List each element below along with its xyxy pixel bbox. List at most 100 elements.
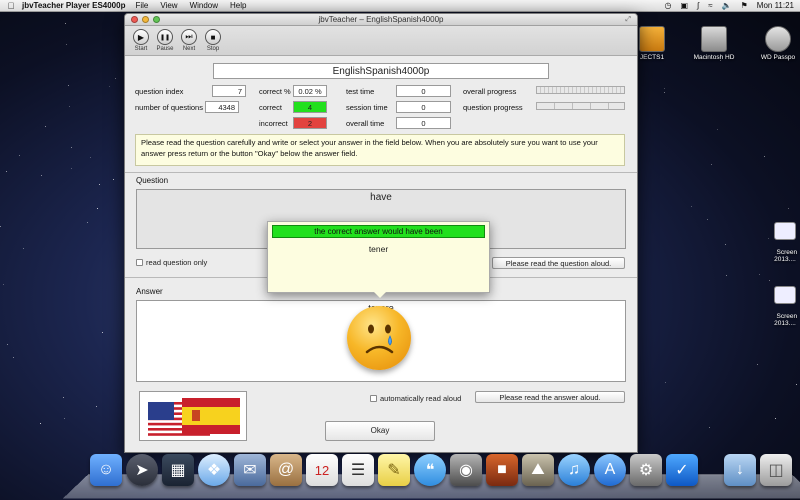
language-flag-button[interactable] bbox=[139, 391, 247, 441]
screenshot-file-icon bbox=[774, 286, 796, 304]
wifi-icon[interactable]: ≈ bbox=[708, 1, 712, 10]
read-answer-aloud-button[interactable]: Please read the answer aloud. bbox=[475, 391, 625, 403]
star bbox=[726, 275, 728, 277]
desktop-screenshot-2[interactable]: Screen 2013.... bbox=[770, 272, 800, 327]
stop-label: Stop bbox=[206, 46, 220, 52]
next-button[interactable]: ⏭ Next bbox=[179, 29, 199, 52]
incorrect-label: incorrect bbox=[259, 119, 288, 128]
menu-bar:  jbvTeacher Player ES4000p File View Wi… bbox=[0, 0, 800, 12]
desktop-icon-label: JECTS1 bbox=[639, 54, 665, 61]
number-of-questions-field: 4348 bbox=[205, 101, 239, 113]
question-progress-bar bbox=[536, 102, 625, 110]
facetime-icon[interactable]: ◉ bbox=[450, 454, 482, 486]
bluetooth-icon[interactable]: ∫ bbox=[697, 1, 699, 10]
apple-menu-icon[interactable]:  bbox=[0, 1, 22, 11]
star bbox=[62, 397, 64, 399]
trash-icon[interactable]: ◫ bbox=[760, 454, 792, 486]
correct-pct-label: correct % bbox=[259, 87, 291, 96]
launchpad-icon[interactable]: ➤ bbox=[126, 454, 158, 486]
notes-icon[interactable]: ✎ bbox=[378, 454, 410, 486]
jbvteacher-icon[interactable]: ✓ bbox=[666, 454, 698, 486]
clock[interactable]: Mon 11:21 bbox=[757, 1, 794, 10]
okay-button[interactable]: Okay bbox=[325, 421, 435, 441]
window-controls bbox=[131, 16, 160, 23]
pause-button[interactable]: ❚❚ Pause bbox=[155, 29, 175, 52]
sad-face-icon bbox=[347, 306, 411, 370]
star bbox=[724, 244, 726, 246]
read-question-only-checkbox[interactable]: read question only bbox=[136, 258, 207, 267]
auto-read-aloud-checkbox[interactable]: automatically read aloud bbox=[370, 394, 461, 403]
app-store-icon[interactable]: A bbox=[594, 454, 626, 486]
star bbox=[41, 174, 43, 176]
answer-section-label: Answer bbox=[136, 287, 163, 296]
desktop-screenshot-1[interactable]: Screen 2013.... bbox=[770, 208, 800, 263]
pause-icon: ❚❚ bbox=[157, 29, 173, 45]
zoom-button[interactable] bbox=[153, 16, 160, 23]
itunes-icon[interactable]: ♫ bbox=[558, 454, 590, 486]
instructions-text: Please read the question carefully and w… bbox=[135, 134, 625, 166]
star bbox=[66, 43, 68, 45]
star bbox=[2, 284, 4, 286]
desktop-drive-projects[interactable]: JECTS1 bbox=[632, 26, 672, 61]
contacts-icon[interactable]: @ bbox=[270, 454, 302, 486]
menu-file[interactable]: File bbox=[135, 1, 148, 10]
reminders-icon[interactable]: ☰ bbox=[342, 454, 374, 486]
correct-answer-popup: the correct answer would have been tener bbox=[267, 221, 490, 298]
overall-time-field: 0 bbox=[396, 117, 451, 129]
checkbox-icon bbox=[136, 259, 143, 266]
screenshot-file-icon bbox=[774, 222, 796, 240]
question-section-label: Question bbox=[136, 176, 169, 185]
star bbox=[664, 91, 666, 93]
read-question-aloud-button[interactable]: Please read the question aloud. bbox=[492, 257, 625, 269]
desktop-icon-label: Screen 2013.... bbox=[774, 249, 798, 263]
desktop-icon-label: WD Passpo bbox=[760, 54, 796, 61]
menu-window[interactable]: Window bbox=[190, 1, 218, 10]
desktop-drive-wd-passport[interactable]: WD Passpo bbox=[756, 26, 800, 61]
display-icon[interactable]: ▣ bbox=[680, 1, 688, 10]
star bbox=[19, 155, 21, 157]
stop-button[interactable]: ■ Stop bbox=[203, 29, 223, 52]
star bbox=[63, 417, 65, 419]
flag-icon[interactable]: ⚑ bbox=[741, 1, 748, 10]
finder-icon[interactable]: ☺ bbox=[90, 454, 122, 486]
minimize-button[interactable] bbox=[142, 16, 149, 23]
star bbox=[717, 129, 718, 131]
start-button[interactable]: ▶ Start bbox=[131, 29, 151, 52]
desktop-icon-label: Macintosh HD bbox=[693, 54, 735, 61]
calendar-icon[interactable]: 12 bbox=[306, 454, 338, 486]
messages-icon[interactable]: ❝ bbox=[414, 454, 446, 486]
star bbox=[759, 273, 761, 275]
read-question-only-label: read question only bbox=[146, 258, 208, 267]
checkbox-icon bbox=[370, 395, 377, 402]
time-machine-icon[interactable]: ◷ bbox=[665, 1, 672, 10]
lesson-name-field: EnglishSpanish4000p bbox=[213, 63, 549, 79]
overall-progress-label: overall progress bbox=[463, 87, 517, 96]
drive-icon bbox=[639, 26, 665, 52]
fullscreen-icon[interactable]: ⤢ bbox=[625, 16, 631, 24]
downloads-folder-icon[interactable]: ↓ bbox=[724, 454, 756, 486]
menu-help[interactable]: Help bbox=[230, 1, 246, 10]
menu-view[interactable]: View bbox=[160, 1, 177, 10]
iphoto-icon[interactable]: ⛰ bbox=[522, 454, 554, 486]
volume-icon[interactable]: 🔈 bbox=[722, 1, 732, 10]
star bbox=[0, 226, 2, 228]
mail-icon[interactable]: ✉ bbox=[234, 454, 266, 486]
star bbox=[707, 219, 709, 221]
mission-control-icon[interactable]: ▦ bbox=[162, 454, 194, 486]
photo-booth-icon[interactable]: ■ bbox=[486, 454, 518, 486]
star bbox=[45, 125, 47, 127]
divider bbox=[125, 172, 637, 173]
star bbox=[6, 343, 8, 345]
auto-read-aloud-label: automatically read aloud bbox=[380, 394, 462, 403]
popup-header: the correct answer would have been bbox=[272, 225, 485, 238]
desktop-drive-macintosh-hd[interactable]: Macintosh HD bbox=[684, 26, 744, 61]
test-time-field: 0 bbox=[396, 85, 451, 97]
safari-icon[interactable]: ❖ bbox=[198, 454, 230, 486]
close-button[interactable] bbox=[131, 16, 138, 23]
correct-label: correct bbox=[259, 103, 282, 112]
app-menu[interactable]: jbvTeacher Player ES4000p bbox=[22, 1, 125, 10]
star bbox=[23, 248, 25, 250]
system-preferences-icon[interactable]: ⚙ bbox=[630, 454, 662, 486]
star bbox=[87, 222, 89, 224]
window-titlebar[interactable]: jbvTeacher – EnglishSpanish4000p ⤢ bbox=[125, 14, 637, 26]
